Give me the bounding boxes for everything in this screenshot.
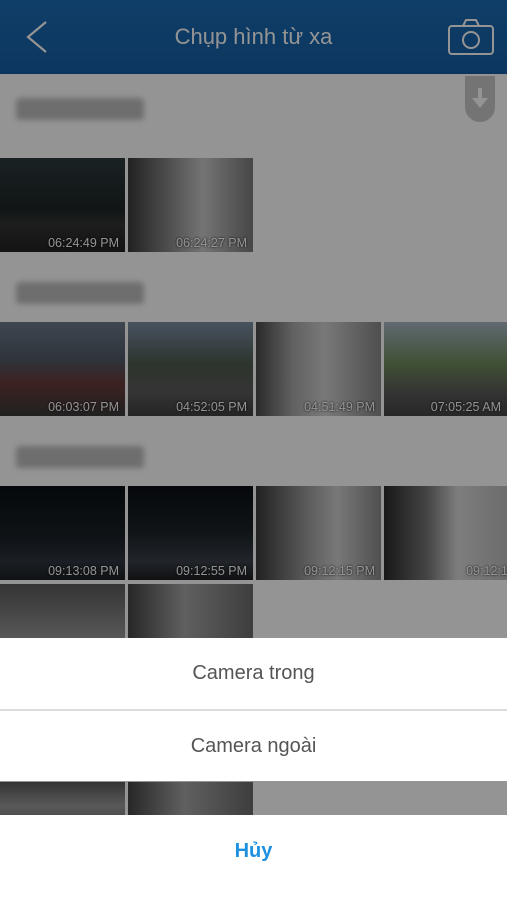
option-label: Camera trong: [192, 662, 315, 684]
cancel-label: Hủy: [234, 840, 273, 862]
camera-inside-option[interactable]: Camera trong: [0, 638, 507, 709]
camera-outside-option[interactable]: Camera ngoài: [0, 711, 507, 781]
option-label: Camera ngoài: [190, 735, 317, 757]
cancel-button[interactable]: Hủy: [0, 815, 507, 900]
